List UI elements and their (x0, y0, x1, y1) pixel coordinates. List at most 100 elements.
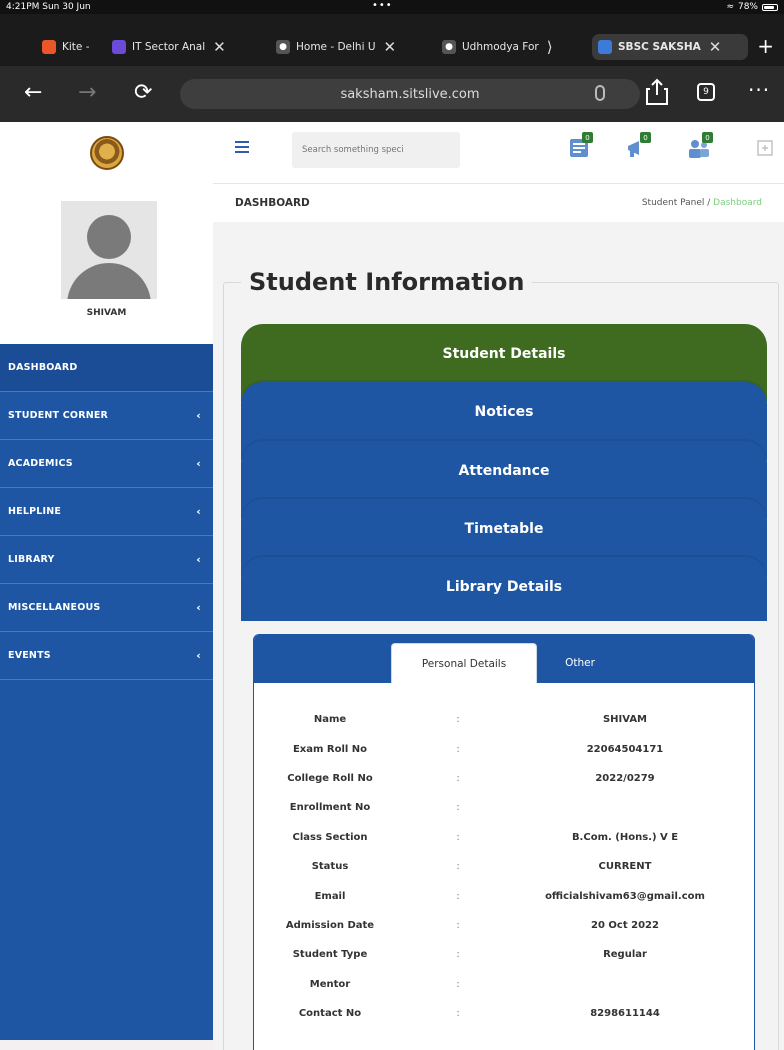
sidebar-item-events[interactable]: EVENTS ‹ (0, 632, 213, 680)
detail-label: College Roll No (287, 772, 373, 784)
detail-separator: : (456, 772, 460, 784)
users-icon[interactable]: 0 (687, 132, 713, 160)
sidebar-item-helpline[interactable]: HELPLINE ‹ (0, 488, 213, 536)
detail-row-admission-date: Admission Date : 20 Oct 2022 (254, 911, 754, 940)
detail-row-name: Name : SHIVAM (254, 705, 754, 734)
detail-label: Admission Date (285, 919, 375, 931)
document-favicon-icon (112, 40, 126, 54)
details-tab-bar: Personal Details Other (254, 635, 754, 683)
sidebar-item-miscellaneous[interactable]: MISCELLANEOUS ‹ (0, 584, 213, 632)
breadcrumb-current: Dashboard (713, 198, 762, 208)
detail-value: 20 Oct 2022 (591, 919, 659, 931)
tab-personal-details[interactable]: Personal Details (391, 643, 537, 683)
detail-value: 22064504171 (586, 743, 664, 755)
tab-label: IT Sector Anal (132, 41, 206, 53)
detail-label: Contact No (298, 1008, 362, 1020)
detail-label: Status (311, 861, 349, 873)
document-favicon-icon (598, 40, 612, 54)
new-tab-icon[interactable]: + (757, 34, 774, 58)
accordion-label: Library Details (445, 579, 563, 595)
wifi-icon: ≈ (726, 2, 734, 12)
detail-row-email: Email : officialshivam63@gmail.com (254, 881, 754, 910)
expand-icon[interactable] (753, 136, 777, 160)
globe-icon: ● (276, 40, 290, 54)
detail-value: Regular (603, 949, 647, 961)
tab-label: Udhmodya For (462, 41, 539, 53)
back-icon[interactable]: ← (24, 80, 42, 105)
sidebar-item-label: EVENTS (8, 650, 51, 661)
detail-value: 2022/0279 (595, 772, 655, 784)
menu-toggle-icon[interactable] (235, 141, 249, 153)
main-content: DASHBOARD Student Panel / Dashboard Stud… (213, 184, 784, 1050)
detail-label: Email (314, 890, 346, 902)
more-options-icon[interactable]: ··· (748, 78, 770, 102)
sidebar-item-academics[interactable]: ACADEMICS ‹ (0, 440, 213, 488)
detail-separator: : (456, 714, 460, 726)
tab-other[interactable]: Other (550, 643, 610, 683)
globe-icon: ● (442, 40, 456, 54)
detail-label: Enrollment No (289, 802, 371, 814)
close-tab-icon[interactable]: ✕ (709, 38, 722, 56)
sidebar-item-label: MISCELLANEOUS (8, 602, 101, 613)
announcement-icon[interactable]: 0 (625, 132, 651, 160)
forward-icon[interactable]: → (78, 80, 96, 105)
detail-row-status: Status : CURRENT (254, 852, 754, 881)
page-header: DASHBOARD Student Panel / Dashboard (213, 184, 784, 222)
browser-tab[interactable]: ● Home - Delhi U ✕ (270, 34, 428, 60)
detail-separator: : (456, 831, 460, 843)
accordion-library-details[interactable]: Library Details (241, 557, 767, 621)
detail-separator: : (456, 743, 460, 755)
chevron-left-icon: ‹ (196, 505, 201, 518)
browser-tab[interactable]: Kite - (36, 34, 96, 60)
sidebar-item-label: LIBRARY (8, 554, 55, 565)
share-icon[interactable] (644, 78, 670, 106)
close-tab-icon[interactable]: ✕ (213, 38, 226, 56)
battery-percent: 78% (737, 2, 758, 12)
tab-label: Home - Delhi U (296, 41, 376, 53)
avatar[interactable] (61, 201, 157, 299)
sidebar-item-library[interactable]: LIBRARY ‹ (0, 536, 213, 584)
multitasking-dots[interactable]: ••• (372, 0, 393, 11)
detail-value: B.Com. (Hons.) V E (571, 831, 679, 843)
reload-icon[interactable]: ⟳ (134, 80, 152, 105)
detail-separator: : (456, 919, 460, 931)
detail-separator: : (456, 1008, 460, 1020)
detail-row-exam-roll: Exam Roll No : 22064504171 (254, 734, 754, 763)
kite-favicon-icon (42, 40, 56, 54)
sidebar-item-dashboard[interactable]: DASHBOARD (0, 344, 213, 392)
page-title: DASHBOARD (235, 197, 310, 209)
chevron-left-icon: ‹ (196, 601, 201, 614)
tab-label: SBSC SAKSHA (618, 41, 701, 53)
logo-cell (0, 122, 213, 184)
close-tab-icon[interactable]: ⟩ (547, 38, 553, 56)
section-title: Student Information (241, 268, 533, 296)
detail-label: Name (313, 714, 347, 726)
sidebar-item-label: DASHBOARD (8, 362, 78, 373)
detail-value: CURRENT (598, 861, 652, 873)
sidebar-item-student-corner[interactable]: STUDENT CORNER ‹ (0, 392, 213, 440)
close-tab-icon[interactable]: ✕ (384, 38, 397, 56)
detail-label: Class Section (292, 831, 368, 843)
notices-icon[interactable]: 0 (567, 132, 593, 160)
tab-overview-icon[interactable]: 9 (697, 83, 715, 101)
address-bar[interactable]: saksham.sitslive.com (180, 79, 640, 109)
detail-row-class-section: Class Section : B.Com. (Hons.) V E (254, 823, 754, 852)
sidebar-item-label: HELPLINE (8, 506, 62, 517)
detail-separator: : (456, 802, 460, 814)
search-input[interactable] (292, 132, 460, 168)
college-logo (89, 136, 124, 170)
sidebar-item-label: ACADEMICS (8, 458, 73, 469)
chevron-left-icon: ‹ (196, 457, 201, 470)
breadcrumb-root[interactable]: Student Panel / (642, 198, 710, 208)
microphone-icon[interactable] (595, 85, 605, 101)
battery-icon (762, 3, 778, 11)
detail-row-contact: Contact No : 8298611144 (254, 999, 754, 1028)
browser-tab[interactable]: ● Udhmodya For ⟩ (436, 34, 586, 60)
users-badge: 0 (702, 132, 713, 143)
browser-tab[interactable]: IT Sector Anal ✕ (106, 34, 262, 60)
profile-name: SHIVAM (86, 308, 127, 318)
detail-label: Mentor (309, 978, 351, 990)
clock: 4:21PM Sun 30 Jun (6, 2, 91, 12)
browser-tab-active[interactable]: SBSC SAKSHA ✕ (592, 34, 748, 60)
detail-label: Exam Roll No (292, 743, 368, 755)
